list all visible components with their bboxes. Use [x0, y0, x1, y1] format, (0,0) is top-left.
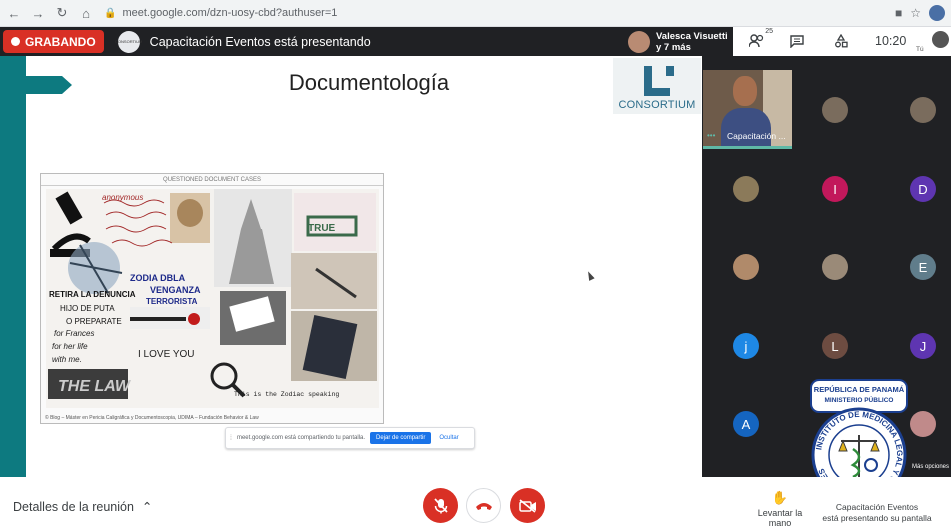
people-icon[interactable]: 25 — [747, 28, 773, 51]
consortium-logo: CONSORTIUM — [613, 58, 701, 114]
collage-text-zodia: ZODIA DBLA — [130, 273, 186, 283]
seal-line2: MINISTERIO PÚBLICO — [825, 395, 894, 404]
recording-badge[interactable]: GRABANDO — [3, 30, 104, 53]
collage-text-terrorista: TERRORISTA — [146, 297, 198, 306]
document-collage-image: QUESTIONED DOCUMENT CASES THE LAW RETIRA… — [40, 173, 384, 424]
lock-icon: 🔒 — [104, 7, 117, 19]
participant-face — [733, 76, 757, 106]
mic-off-icon — [433, 497, 448, 513]
collage-text-hijo: HIJO DE PUTA — [60, 304, 115, 313]
raise-hand-label: Levantar la mano — [757, 508, 803, 528]
home-icon[interactable]: ⌂ — [76, 3, 96, 23]
address-bar[interactable]: 🔒 meet.google.com/dzn-uosy-cbd?authuser=… — [104, 3, 864, 23]
back-icon[interactable]: ← — [4, 3, 24, 23]
red-handwriting — [103, 199, 173, 247]
audio-dots-icon: ••• — [707, 131, 716, 140]
share-status-text: meet.google.com está compartiendo tu pan… — [236, 435, 366, 441]
meet-header: GRABANDO CONSORTIUM Capacitación Eventos… — [0, 27, 951, 56]
participant-avatar[interactable] — [733, 176, 759, 202]
self-avatar[interactable] — [932, 31, 949, 48]
collage-body: THE LAW RETIRA LA DENUNCIA HIJO DE PUTA … — [46, 189, 379, 408]
svg-text:THE LAW: THE LAW — [58, 378, 132, 395]
participant-avatar[interactable]: I — [822, 176, 848, 202]
consortium-logo-text: CONSORTIUM — [618, 99, 696, 111]
drag-handle-icon[interactable]: ⁞ — [230, 435, 232, 442]
participant-avatar[interactable]: j — [733, 333, 759, 359]
camera-off-icon — [518, 498, 536, 513]
participant-avatar[interactable] — [733, 254, 759, 280]
meeting-clock: 10:20 — [875, 34, 907, 48]
collage-text-loveyou: I LOVE YOU — [138, 349, 195, 360]
meet-bottom-bar: Detalles de la reunión ⌃ ✋ Levantar la m… — [0, 477, 951, 532]
camera-off-button[interactable] — [510, 488, 545, 523]
hangup-icon — [475, 502, 492, 510]
presenting-note-line2: está presentando su pantalla — [822, 513, 932, 523]
forward-icon[interactable]: → — [28, 3, 48, 23]
hangup-button[interactable] — [466, 488, 501, 523]
participant-avatar[interactable] — [822, 97, 848, 123]
magnifier-icon — [210, 362, 238, 390]
slide-title: Documentología — [288, 70, 450, 95]
participant-avatar[interactable]: J — [910, 333, 936, 359]
recording-label: GRABANDO — [25, 34, 96, 49]
activities-icon[interactable] — [831, 31, 851, 51]
participant-avatar[interactable]: A — [733, 411, 759, 437]
main-tile-name: Capacitación ... — [727, 131, 786, 141]
presenter-avatar: CONSORTIUM — [115, 30, 143, 53]
collage-text-retira: RETIRA LA DENUNCIA — [49, 290, 136, 299]
presenting-title: Capacitación Eventos está presentando — [149, 34, 371, 49]
meeting-details-label: Detalles de la reunión — [13, 499, 134, 514]
screen-share-bar: ⁞ meet.google.com está compartiendo tu p… — [225, 427, 475, 449]
mouse-cursor-icon — [585, 270, 595, 281]
collage-text-true: TRUE — [308, 223, 336, 234]
participant-avatar[interactable] — [910, 97, 936, 123]
participants-chip[interactable]: Valesca Visuetti y 7 más — [628, 27, 728, 56]
presentation-slide: Documentología CONSORTIUM QUESTIONED DOC… — [0, 56, 702, 477]
slide-accent-bar — [0, 56, 26, 477]
collage-credit: © Blog – Máster en Pericia Caligráfica y… — [45, 415, 259, 421]
collage-text-anonymous: anonymous — [102, 193, 144, 202]
participant-avatar[interactable] — [910, 411, 936, 437]
collage-text-zodiac: This is the Zodiac speaking — [234, 391, 340, 398]
participants-count: 25 — [765, 28, 773, 35]
participant-avatar — [628, 30, 650, 53]
participant-avatar[interactable]: L — [822, 333, 848, 359]
presenting-note-line1: Capacitación Eventos — [835, 502, 919, 512]
participant-avatar[interactable]: E — [910, 254, 936, 280]
stop-sharing-button[interactable]: Dejar de compartir — [370, 432, 432, 444]
collage-text-frances: for Frances — [54, 329, 95, 338]
meeting-details-button[interactable]: Detalles de la reunión ⌃ — [13, 499, 153, 515]
collage-text-withme: with me. — [52, 355, 82, 364]
mic-off-button[interactable] — [423, 488, 458, 523]
camera-indicator-icon[interactable]: ■ — [895, 6, 902, 20]
self-label: Tú — [916, 46, 924, 53]
collage-text-preparate: O PREPARATE — [66, 317, 122, 326]
consortium-mark-icon — [644, 66, 674, 96]
collage-text-venganza: VENGANZA — [150, 285, 201, 295]
participant-avatar[interactable]: D — [910, 176, 936, 202]
chip-more: y 7 más — [656, 41, 691, 53]
hide-share-bar-link[interactable]: Ocultar — [439, 435, 458, 441]
more-options-label[interactable]: Más opciones — [912, 464, 949, 470]
presenting-note[interactable]: Capacitación Eventos está presentando su… — [822, 502, 932, 524]
collage-header: QUESTIONED DOCUMENT CASES — [41, 174, 383, 186]
collage-text-life: for her life — [52, 342, 88, 351]
hand-icon: ✋ — [771, 490, 789, 505]
chat-icon[interactable] — [787, 31, 807, 51]
profile-avatar[interactable] — [929, 5, 945, 21]
participant-avatar[interactable] — [822, 254, 848, 280]
url-text: meet.google.com/dzn-uosy-cbd?authuser=1 — [122, 7, 338, 19]
main-video-tile[interactable]: ••• Capacitación ... — [703, 70, 792, 149]
chip-name: Valesca Visuetti — [656, 30, 728, 42]
record-dot-icon — [11, 37, 20, 46]
chevron-up-icon: ⌃ — [141, 500, 153, 514]
presenter-logo-text: CONSORTIUM — [115, 39, 143, 44]
raise-hand-button[interactable]: ✋ Levantar la mano — [747, 490, 813, 528]
reload-icon[interactable]: ↻ — [52, 3, 72, 23]
seal-line1: REPÚBLICA DE PANAMÁ — [814, 385, 905, 394]
browser-toolbar: ← → ↻ ⌂ 🔒 meet.google.com/dzn-uosy-cbd?a… — [0, 0, 951, 27]
star-icon[interactable]: ☆ — [910, 6, 921, 20]
